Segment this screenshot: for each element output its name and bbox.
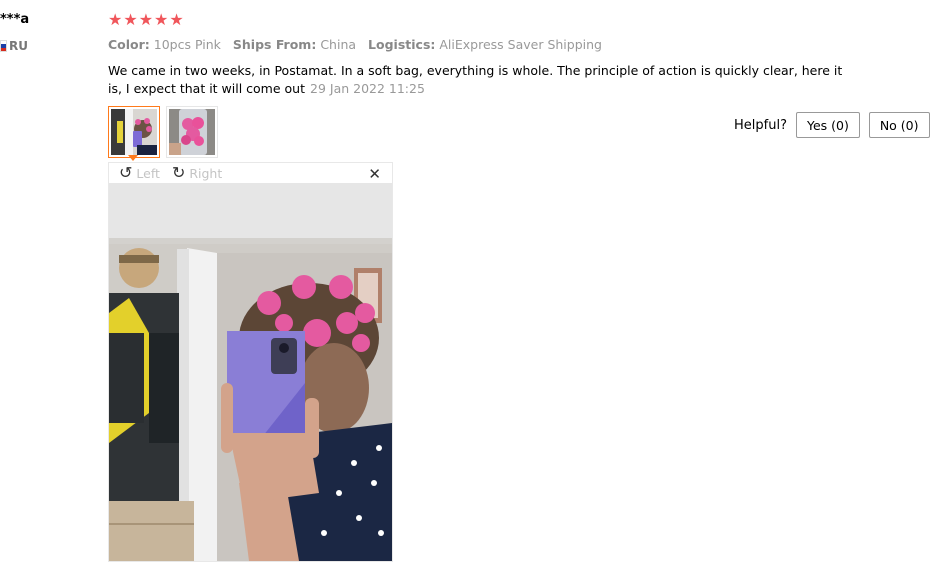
russia-flag-icon	[0, 40, 7, 52]
reviewer-name: ***a	[0, 12, 30, 27]
review-date: 29 Jan 2022 11:25	[310, 81, 425, 96]
star-icon: ★	[138, 10, 154, 29]
rotate-right-button[interactable]: ↻ Right	[172, 165, 222, 181]
meta-color: Color: 10pcs Pink	[108, 37, 221, 52]
image-viewer: ↺ Left ↻ Right ✕	[108, 162, 393, 562]
helpful-label: Helpful?	[734, 117, 787, 133]
review-photo	[109, 183, 392, 561]
rotate-right-label: Right	[189, 165, 223, 181]
active-thumbnail-caret	[128, 155, 138, 161]
star-icon: ★	[154, 10, 169, 29]
star-icon: ★	[123, 10, 138, 29]
close-icon[interactable]: ✕	[368, 165, 381, 183]
star-icon: ★	[108, 10, 123, 29]
rotate-left-button[interactable]: ↺ Left	[119, 165, 160, 181]
star-icon: ★	[169, 10, 184, 29]
rotate-left-label: Left	[136, 165, 160, 181]
review-thumbnails	[108, 106, 218, 158]
reviewer-country: RU	[0, 39, 28, 53]
thumbnail-2[interactable]	[166, 106, 218, 158]
review-body: We came in two weeks, in Postamat. In a …	[108, 62, 848, 98]
rotate-right-icon: ↻	[171, 163, 186, 182]
helpful-no-button[interactable]: No (0)	[868, 112, 930, 138]
order-meta: Color: 10pcs Pink Ships From: China Logi…	[108, 37, 602, 52]
thumbnail-1[interactable]	[108, 106, 160, 158]
rotate-left-icon: ↺	[119, 163, 133, 182]
helpful-yes-button[interactable]: Yes (0)	[795, 112, 860, 138]
star-rating: ★ ★ ★ ★ ★	[108, 11, 184, 29]
viewer-toolbar: ↺ Left ↻ Right ✕	[109, 163, 392, 184]
meta-ships-from: Ships From: China	[232, 37, 357, 52]
helpful-section: Helpful? Yes (0) No (0)	[734, 112, 930, 138]
thumbnail-photo-2	[169, 109, 215, 155]
meta-logistics: Logistics: AliExpress Saver Shipping	[368, 37, 602, 52]
review-text: We came in two weeks, in Postamat. In a …	[108, 63, 843, 96]
thumbnail-photo-1	[111, 109, 157, 155]
country-code: RU	[9, 39, 28, 53]
